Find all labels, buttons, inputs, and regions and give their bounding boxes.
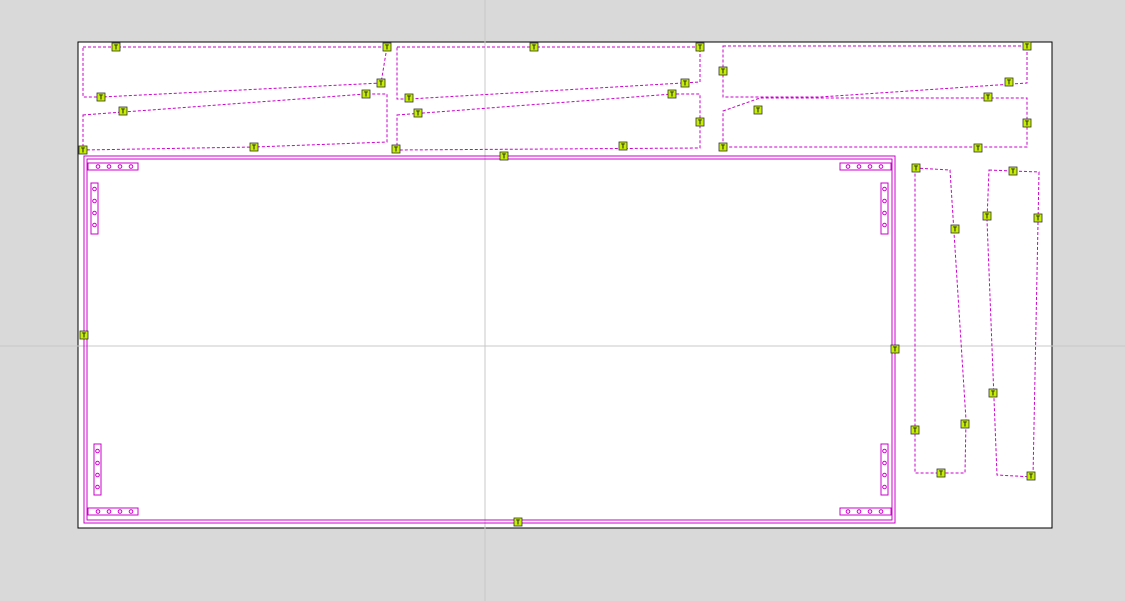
text-tool-marker-icon[interactable]: T xyxy=(376,78,386,88)
marker-label: T xyxy=(698,119,702,127)
marker-label: T xyxy=(121,108,125,116)
drawing-canvas[interactable]: T T T T T T T T T T T T T T T T T T T T T T T T T T T T T T T T T T T T T T T xyxy=(0,0,1125,601)
text-tool-marker-icon[interactable]: T xyxy=(695,117,705,127)
text-tool-marker-icon[interactable]: T xyxy=(79,330,89,340)
text-tool-marker-icon[interactable]: T xyxy=(404,93,414,103)
marker-label: T xyxy=(532,44,536,52)
marker-label: T xyxy=(1029,473,1033,481)
marker-label: T xyxy=(516,519,520,527)
text-tool-marker-icon[interactable]: T xyxy=(718,66,728,76)
text-tool-marker-icon[interactable]: T xyxy=(890,344,900,354)
marker-label: T xyxy=(82,332,86,340)
text-tool-marker-icon[interactable]: T xyxy=(499,151,509,161)
marker-label: T xyxy=(394,146,398,154)
marker-label: T xyxy=(976,145,980,153)
text-tool-marker-icon[interactable]: T xyxy=(413,108,423,118)
marker-label: T xyxy=(914,165,918,173)
marker-label: T xyxy=(1036,215,1040,223)
marker-label: T xyxy=(986,94,990,102)
text-tool-marker-icon[interactable]: T xyxy=(973,143,983,153)
marker-label: T xyxy=(683,80,687,88)
marker-label: T xyxy=(756,107,760,115)
marker-label: T xyxy=(721,144,725,152)
marker-label: T xyxy=(364,91,368,99)
sheet xyxy=(77,41,1053,529)
text-tool-marker-icon[interactable]: T xyxy=(382,42,392,52)
marker-label: T xyxy=(893,346,897,354)
text-tool-marker-icon[interactable]: T xyxy=(753,105,763,115)
marker-label: T xyxy=(1025,120,1029,128)
text-tool-marker-icon[interactable]: T xyxy=(391,144,401,154)
text-tool-marker-icon[interactable]: T xyxy=(936,468,946,478)
marker-label: T xyxy=(963,421,967,429)
marker-label: T xyxy=(1007,79,1011,87)
text-tool-marker-icon[interactable]: T xyxy=(1022,118,1032,128)
text-tool-marker-icon[interactable]: T xyxy=(667,89,677,99)
text-tool-marker-icon[interactable]: T xyxy=(513,517,523,527)
text-tool-marker-icon[interactable]: T xyxy=(1004,77,1014,87)
marker-label: T xyxy=(81,147,85,155)
text-tool-marker-icon[interactable]: T xyxy=(78,145,88,155)
text-tool-marker-icon[interactable]: T xyxy=(96,92,106,102)
marker-label: T xyxy=(252,144,256,152)
text-tool-marker-icon[interactable]: T xyxy=(111,42,121,52)
marker-label: T xyxy=(416,110,420,118)
text-tool-marker-icon[interactable]: T xyxy=(718,142,728,152)
marker-label: T xyxy=(939,470,943,478)
text-tool-marker-icon[interactable]: T xyxy=(1033,213,1043,223)
text-tool-marker-icon[interactable]: T xyxy=(982,211,992,221)
marker-label: T xyxy=(953,226,957,234)
text-tool-marker-icon[interactable]: T xyxy=(249,142,259,152)
marker-label: T xyxy=(991,390,995,398)
text-tool-marker-icon[interactable]: T xyxy=(910,425,920,435)
marker-label: T xyxy=(407,95,411,103)
text-tool-marker-icon[interactable]: T xyxy=(695,42,705,52)
text-tool-marker-icon[interactable]: T xyxy=(680,78,690,88)
marker-label: T xyxy=(985,213,989,221)
marker-label: T xyxy=(1025,43,1029,51)
text-tool-marker-icon[interactable]: T xyxy=(983,92,993,102)
marker-label: T xyxy=(698,44,702,52)
marker-label: T xyxy=(379,80,383,88)
text-tool-marker-icon[interactable]: T xyxy=(960,419,970,429)
text-tool-marker-icon[interactable]: T xyxy=(988,388,998,398)
marker-label: T xyxy=(502,153,506,161)
marker-label: T xyxy=(385,44,389,52)
text-tool-marker-icon[interactable]: T xyxy=(911,163,921,173)
marker-label: T xyxy=(721,68,725,76)
text-tool-marker-icon[interactable]: T xyxy=(1008,166,1018,176)
marker-label: T xyxy=(913,427,917,435)
text-tool-marker-icon[interactable]: T xyxy=(118,106,128,116)
text-tool-marker-icon[interactable]: T xyxy=(361,89,371,99)
marker-label: T xyxy=(114,44,118,52)
marker-label: T xyxy=(1011,168,1015,176)
text-tool-marker-icon[interactable]: T xyxy=(529,42,539,52)
text-tool-marker-icon[interactable]: T xyxy=(618,141,628,151)
marker-label: T xyxy=(670,91,674,99)
text-tool-marker-icon[interactable]: T xyxy=(950,224,960,234)
text-tool-marker-icon[interactable]: T xyxy=(1022,41,1032,51)
marker-label: T xyxy=(621,143,625,151)
marker-label: T xyxy=(99,94,103,102)
text-tool-marker-icon[interactable]: T xyxy=(1026,471,1036,481)
